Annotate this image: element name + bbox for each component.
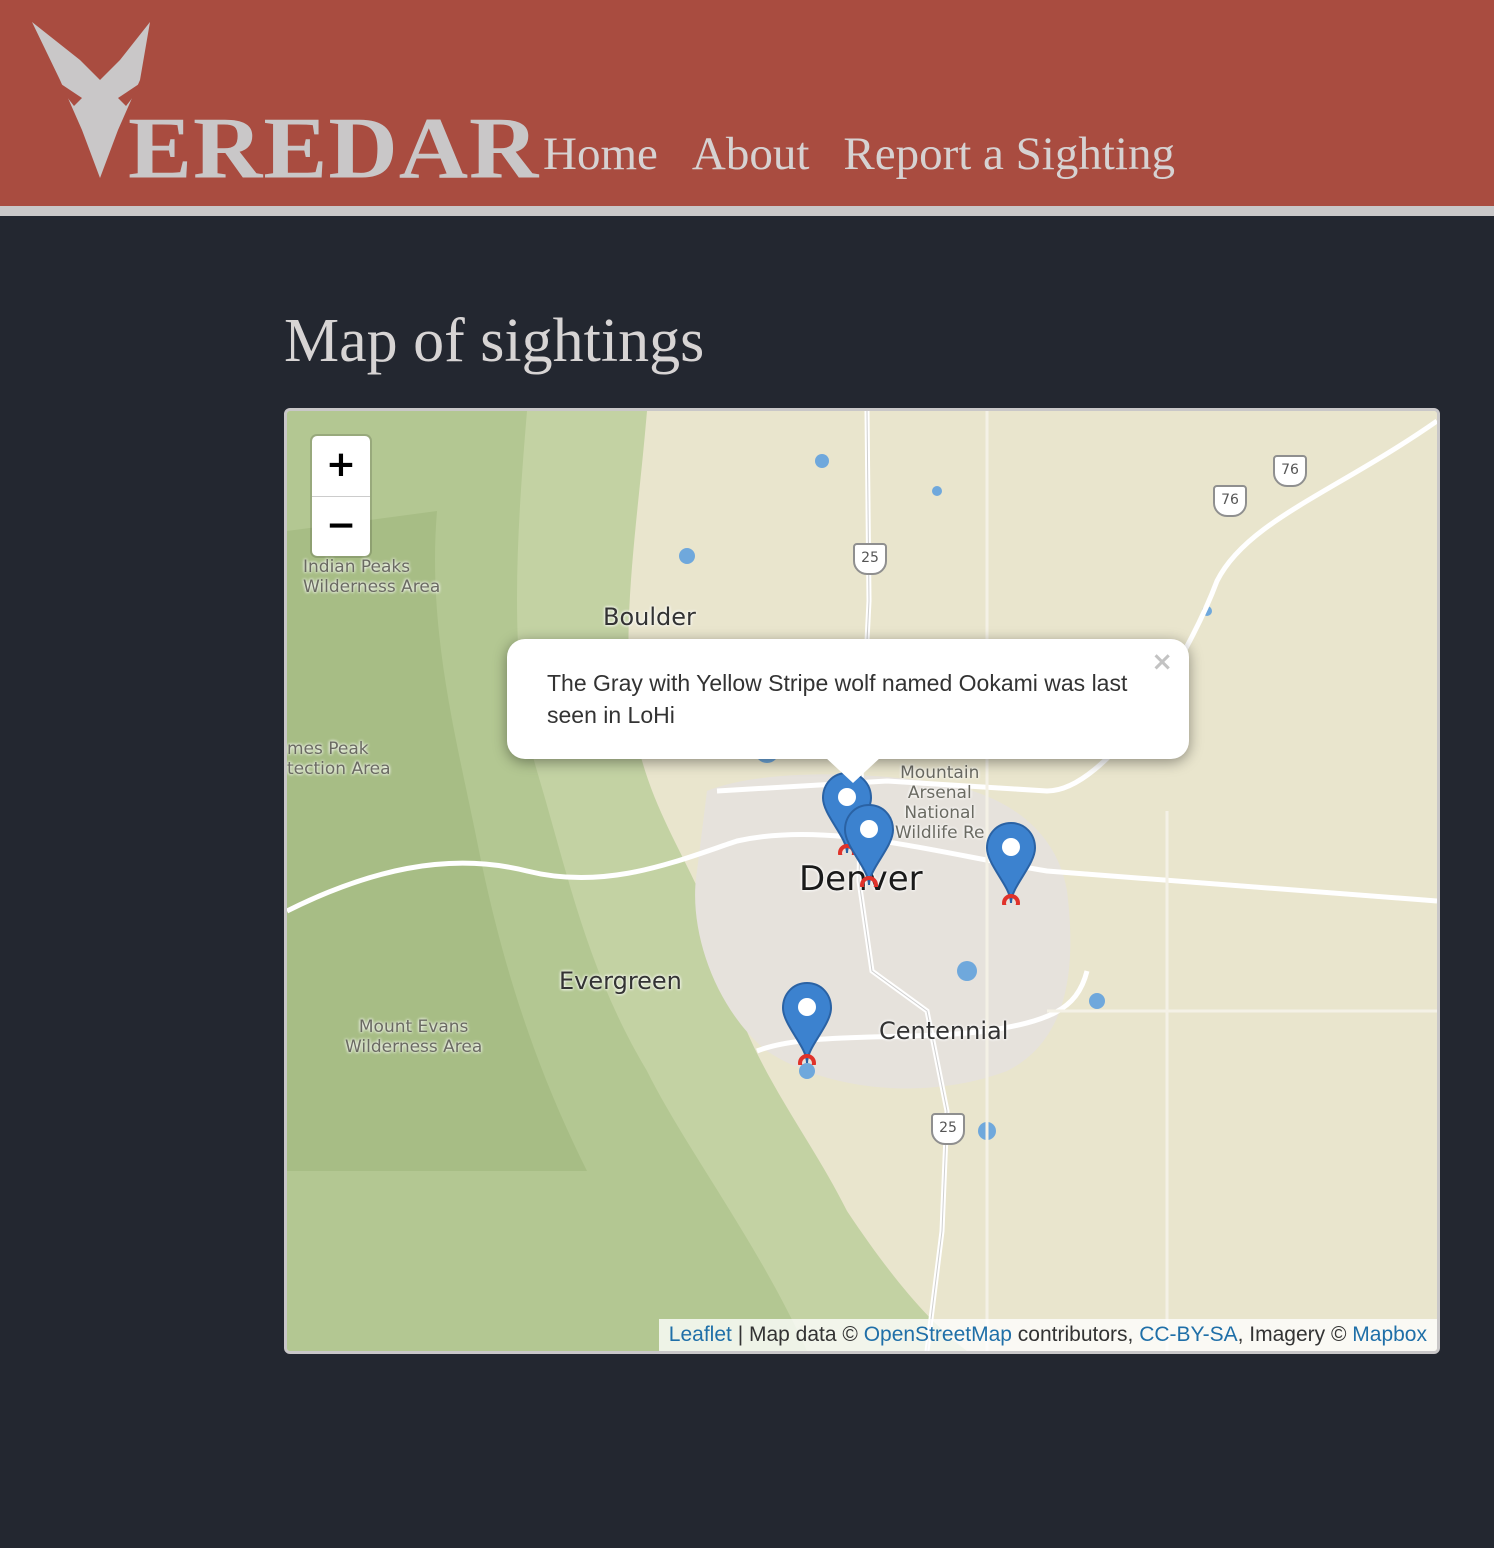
place-label-evergreen: Evergreen <box>559 967 682 995</box>
interstate-76-shield: 76 <box>1273 455 1307 487</box>
attribution-text: | Map data © <box>731 1323 864 1346</box>
place-label-arsenal: Mountain Arsenal National Wildlife Re <box>895 763 985 843</box>
nav-about-link[interactable]: About <box>692 126 810 182</box>
map-marker-icon[interactable] <box>843 803 895 887</box>
main-nav: Home About Report a Sighting <box>543 126 1175 182</box>
popup-message: The Gray with Yellow Stripe wolf named O… <box>547 670 1128 728</box>
popup-tip <box>825 757 881 783</box>
attribution-text: , Imagery © <box>1237 1323 1353 1346</box>
zoom-control: + − <box>312 436 370 556</box>
place-label-centennial: Centennial <box>879 1017 1009 1045</box>
place-label-boulder: Boulder <box>603 603 696 631</box>
place-label-indian-peaks: Indian Peaks Wilderness Area <box>303 557 441 597</box>
mapbox-link[interactable]: Mapbox <box>1352 1323 1427 1346</box>
zoom-in-button[interactable]: + <box>312 436 370 497</box>
interstate-25-shield: 25 <box>931 1113 965 1145</box>
map-attribution: Leaflet | Map data © OpenStreetMap contr… <box>658 1319 1437 1351</box>
popup-close-icon[interactable]: × <box>1151 647 1173 677</box>
site-header: EREDAR Home About Report a Sighting <box>0 0 1494 216</box>
openstreetmap-link[interactable]: OpenStreetMap <box>864 1323 1012 1346</box>
leaflet-link[interactable]: Leaflet <box>669 1323 732 1346</box>
zoom-out-button[interactable]: − <box>312 497 370 557</box>
map-marker-icon[interactable] <box>781 981 833 1065</box>
sightings-map[interactable]: + − Indian Peaks Wilderness Area Boulder… <box>284 408 1440 1354</box>
interstate-25-shield: 25 <box>853 543 887 575</box>
nav-report-sighting-link[interactable]: Report a Sighting <box>843 126 1175 182</box>
nav-home-link[interactable]: Home <box>543 126 658 182</box>
cc-by-sa-link[interactable]: CC-BY-SA <box>1139 1323 1237 1346</box>
page-title: Map of sightings <box>284 307 705 375</box>
sighting-popup: The Gray with Yellow Stripe wolf named O… <box>507 639 1189 783</box>
place-label-mount-evans: Mount Evans Wilderness Area <box>345 1017 483 1057</box>
interstate-76-shield: 76 <box>1213 485 1247 517</box>
logo-wordmark: EREDAR <box>128 98 540 197</box>
site-logo[interactable]: EREDAR <box>30 20 538 192</box>
attribution-text: contributors, <box>1011 1323 1140 1346</box>
map-marker-icon[interactable] <box>985 821 1037 905</box>
place-label-james-peak: mes Peak tection Area <box>287 739 391 779</box>
